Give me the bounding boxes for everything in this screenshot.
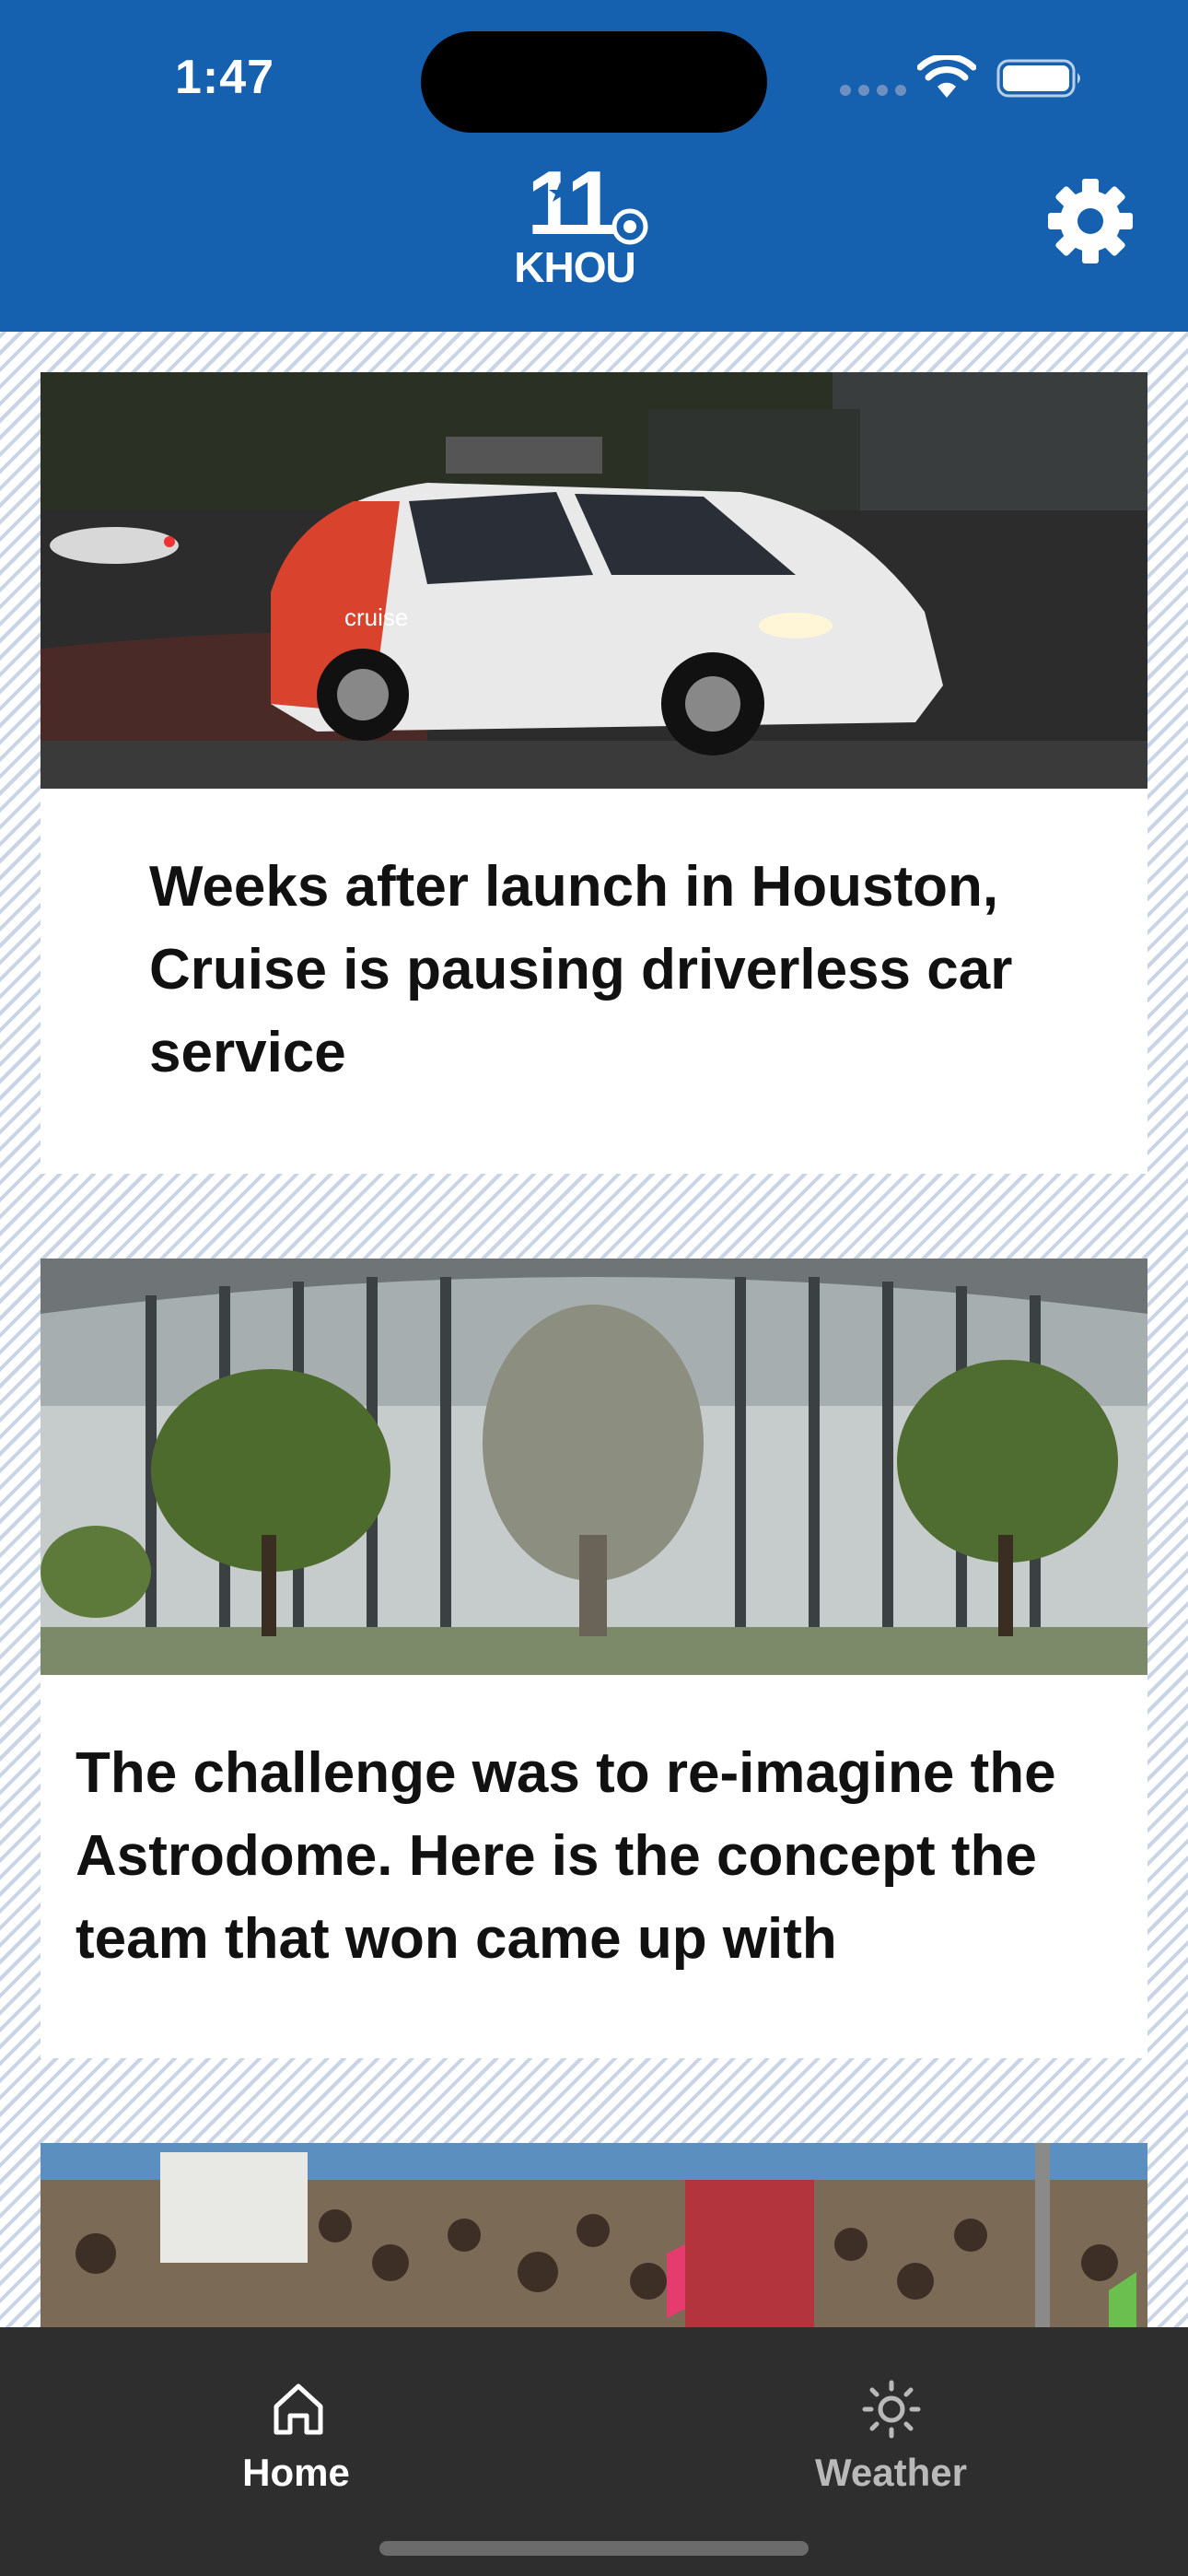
- settings-gear-button[interactable]: [1046, 177, 1135, 265]
- dynamic-island: [421, 31, 767, 133]
- tab-home-label: Home: [242, 2451, 350, 2494]
- article-image-parade: [41, 2143, 1147, 2327]
- article-card[interactable]: cruise Weeks after launch in Houston, Cr…: [41, 372, 1147, 1174]
- tab-home[interactable]: Home: [0, 2327, 594, 2512]
- article-card[interactable]: [41, 2143, 1147, 2327]
- wifi-icon: [917, 55, 976, 98]
- tab-bar: Home Weather: [0, 2327, 1188, 2576]
- article-image-astrodome: [41, 1259, 1147, 1675]
- khou-logo: 11 KHOU: [516, 155, 648, 287]
- battery-icon: [996, 59, 1080, 98]
- tab-weather-label: Weather: [815, 2451, 967, 2494]
- logo-number: 11: [527, 155, 614, 253]
- car-brand-text: cruise: [344, 603, 408, 631]
- article-title[interactable]: Weeks after launch in Houston, Cruise is…: [149, 846, 1070, 1095]
- status-time: 1:47: [175, 51, 275, 104]
- sun-icon: [862, 2380, 921, 2439]
- home-indicator: [379, 2541, 809, 2556]
- tab-weather[interactable]: Weather: [594, 2327, 1188, 2512]
- article-title[interactable]: The challenge was to re-imagine the Astr…: [76, 1732, 1135, 1981]
- app-header: 1:47 11 KHOU: [0, 0, 1188, 332]
- article-image-cruise-car: cruise: [41, 372, 1147, 789]
- logo-text: KHOU: [516, 243, 635, 287]
- article-card[interactable]: The challenge was to re-imagine the Astr…: [41, 1259, 1147, 2058]
- home-icon: [274, 2383, 323, 2435]
- cellular-signal-icon: [840, 85, 906, 96]
